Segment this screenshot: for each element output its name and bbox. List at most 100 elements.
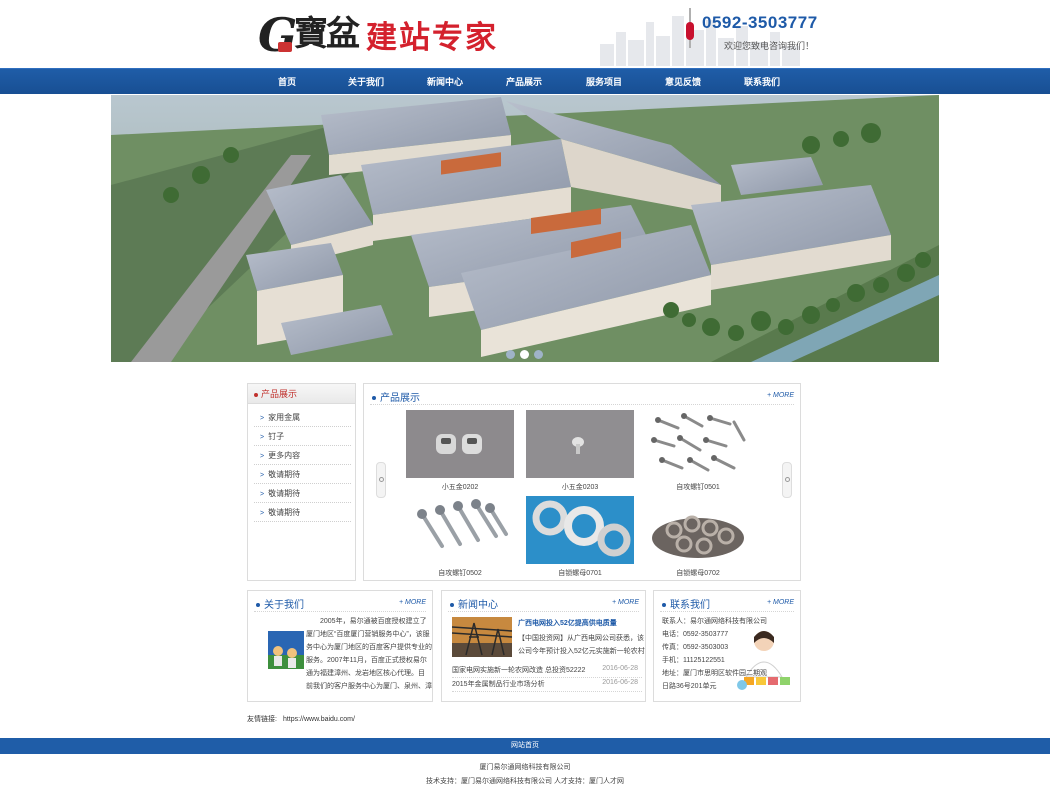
arrow-right-icon: > — [260, 434, 265, 441]
carousel-prev-button[interactable] — [376, 462, 386, 498]
news-image[interactable] — [452, 617, 512, 657]
more-link[interactable]: + MORE — [767, 599, 794, 606]
news-item-title: 2015年金属制品行业市场分析 — [452, 681, 545, 688]
news-list-item[interactable]: 国家电网实施新一轮农网改造 总投资52222 2016-06-28 — [452, 665, 642, 678]
site-logo[interactable]: G 寶盆 建站专家 — [258, 10, 508, 60]
news-summary-line: 【中国投资网】从广西电网公司获悉，该 — [518, 635, 644, 642]
divider — [254, 611, 426, 612]
arrow-right-icon: > — [260, 453, 265, 460]
about-line: 2005年，易尔通被百度授权建立了 — [320, 618, 427, 625]
divider — [660, 611, 794, 612]
divider — [448, 611, 639, 612]
nav-item-feedback[interactable]: 意见反馈 — [657, 69, 709, 95]
product-image — [644, 410, 752, 478]
about-image — [268, 631, 304, 669]
product-image — [406, 496, 514, 564]
product-card[interactable]: 自攻螺钉0502 — [406, 496, 514, 578]
nav-item-news[interactable]: 新闻中心 — [419, 69, 471, 95]
nav-item-contact[interactable]: 联系我们 — [736, 69, 788, 95]
news-item-date: 2016-06-28 — [602, 679, 638, 686]
about-section: 关于我们 + MORE 2005年，易尔通被百度授权建立了 厦门地区“百度厦门营… — [247, 590, 433, 702]
hero-banner[interactable] — [111, 95, 939, 362]
sidebar-item-household-metal[interactable]: > 家用金属 — [254, 408, 351, 427]
sidebar-title: 产品展示 — [248, 384, 355, 404]
nav-item-about[interactable]: 关于我们 — [340, 69, 392, 95]
section-title-text: 新闻中心 — [458, 600, 498, 611]
about-line: 厦门地区“百度厦门营销服务中心”，该服 — [306, 631, 430, 638]
more-link[interactable]: + MORE — [767, 392, 794, 399]
product-image — [644, 496, 752, 564]
product-caption: 小五金0202 — [441, 484, 479, 491]
about-line: 服务。2007年11月，百度正式授权易尔 — [306, 657, 427, 664]
sidebar-item-coming-soon-2[interactable]: > 敬请期待 — [254, 484, 351, 503]
section-title-text: 联系我们 — [670, 600, 710, 611]
sidebar-item-more[interactable]: > 更多内容 — [254, 446, 351, 465]
footer-home-link[interactable]: 网站首页 — [0, 738, 1050, 754]
nav-item-services[interactable]: 服务项目 — [578, 69, 630, 95]
contact-person: 联系人：易尔通网络科技有限公司 — [662, 618, 767, 625]
sidebar-item-nails[interactable]: > 钉子 — [254, 427, 351, 446]
arrow-right-icon: > — [260, 510, 265, 517]
product-card[interactable]: 自锁螺母0701 — [526, 496, 634, 578]
contact-mobile: 手机：11125122551 — [662, 657, 725, 664]
slider-dot-active[interactable] — [520, 350, 529, 359]
product-card[interactable]: 小五金0202 — [406, 410, 514, 492]
circle-arrow-left-icon — [379, 477, 384, 482]
more-link[interactable]: + MORE — [399, 599, 426, 606]
sidebar-item-coming-soon-1[interactable]: > 敬请期待 — [254, 465, 351, 484]
news-summary-line: 公司今年预计投入52亿元实施新一轮农村 — [518, 648, 645, 655]
slider-dot[interactable] — [534, 350, 543, 359]
logo-seal-icon — [278, 42, 292, 52]
logo-mark: 寶盆 — [294, 14, 360, 54]
product-card[interactable]: 自攻螺钉0501 — [644, 410, 752, 492]
sidebar-item-label: 敬请期待 — [268, 470, 301, 479]
news-item-date: 2016-06-28 — [602, 665, 638, 672]
logo-title: 建站专家 — [366, 20, 498, 56]
news-item-title: 国家电网实施新一轮农网改造 总投资52222 — [452, 667, 586, 674]
site-header: G 寶盆 建站专家 0592-3503777 欢迎您致电咨询我们！ — [0, 0, 1050, 68]
section-title: 产品展示 — [372, 389, 420, 404]
circle-arrow-right-icon — [785, 477, 790, 482]
hotline-number: 0592-3503777 — [702, 13, 818, 32]
news-list-item[interactable]: 2015年金属制品行业市场分析 2016-06-28 — [452, 679, 642, 692]
carousel-next-button[interactable] — [782, 462, 792, 498]
arrow-right-icon: > — [260, 472, 265, 479]
phone-icon — [684, 8, 696, 48]
arrow-right-icon: > — [260, 491, 265, 498]
contact-address-continued: 日路36号201单元 — [662, 683, 717, 690]
about-line: 务中心为厦门地区的百度客户提供专业的 — [306, 644, 432, 651]
contact-phone: 电话：0592-3503777 — [662, 631, 729, 638]
friend-links: 友情链接: https://www.baidu.com/ — [247, 714, 355, 724]
bullet-icon — [450, 603, 454, 608]
bullet-icon — [256, 603, 260, 608]
sidebar-item-label: 敬请期待 — [268, 489, 301, 498]
section-header: 产品展示 + MORE — [364, 384, 800, 404]
footer-company: 厦门易尔通网络科技有限公司 — [479, 764, 571, 771]
more-link[interactable]: + MORE — [612, 599, 639, 606]
divider — [370, 404, 794, 405]
news-headline[interactable]: 广西电网投入52亿提高供电质量 — [518, 618, 617, 628]
main-nav: 首页 关于我们 新闻中心 产品展示 服务项目 意见反馈 联系我们 — [0, 68, 1050, 94]
product-card[interactable]: 自锁螺母0702 — [644, 496, 752, 578]
contact-address: 地址：厦门市思明区软件园二期观 — [662, 670, 767, 677]
sidebar-item-coming-soon-3[interactable]: > 敬请期待 — [254, 503, 351, 522]
product-caption: 自攻螺钉0501 — [676, 484, 720, 491]
footer-support: 技术支持：厦门易尔通网络科技有限公司 人才支持：厦门人才网 — [426, 778, 624, 785]
welcome-text: 欢迎您致电咨询我们！ — [724, 41, 815, 51]
friend-link[interactable]: https://www.baidu.com/ — [283, 716, 355, 723]
product-category-sidebar: 产品展示 > 家用金属 > 钉子 > 更多内容 > 敬请期待 > 敬请期待 > 敬请期待 — [247, 383, 356, 581]
nav-item-products[interactable]: 产品展示 — [498, 69, 550, 95]
slider-dot[interactable] — [506, 350, 515, 359]
contact-fax: 传真：0592-3503003 — [662, 644, 729, 651]
product-caption: 自锁螺母0701 — [558, 570, 602, 577]
about-line: 通为福建漳州、龙岩地区核心代理。目 — [306, 670, 425, 677]
logo-letter: G — [258, 8, 298, 62]
bullet-icon — [372, 396, 376, 401]
product-image — [406, 410, 514, 478]
sidebar-item-label: 敬请期待 — [268, 508, 301, 517]
nav-item-home[interactable]: 首页 — [266, 69, 308, 95]
sidebar-item-label: 更多内容 — [268, 451, 301, 460]
product-card[interactable]: 小五金0203 — [526, 410, 634, 492]
footer-bar: 网站首页 — [0, 738, 1050, 754]
sidebar-title-text: 产品展示 — [261, 389, 298, 399]
